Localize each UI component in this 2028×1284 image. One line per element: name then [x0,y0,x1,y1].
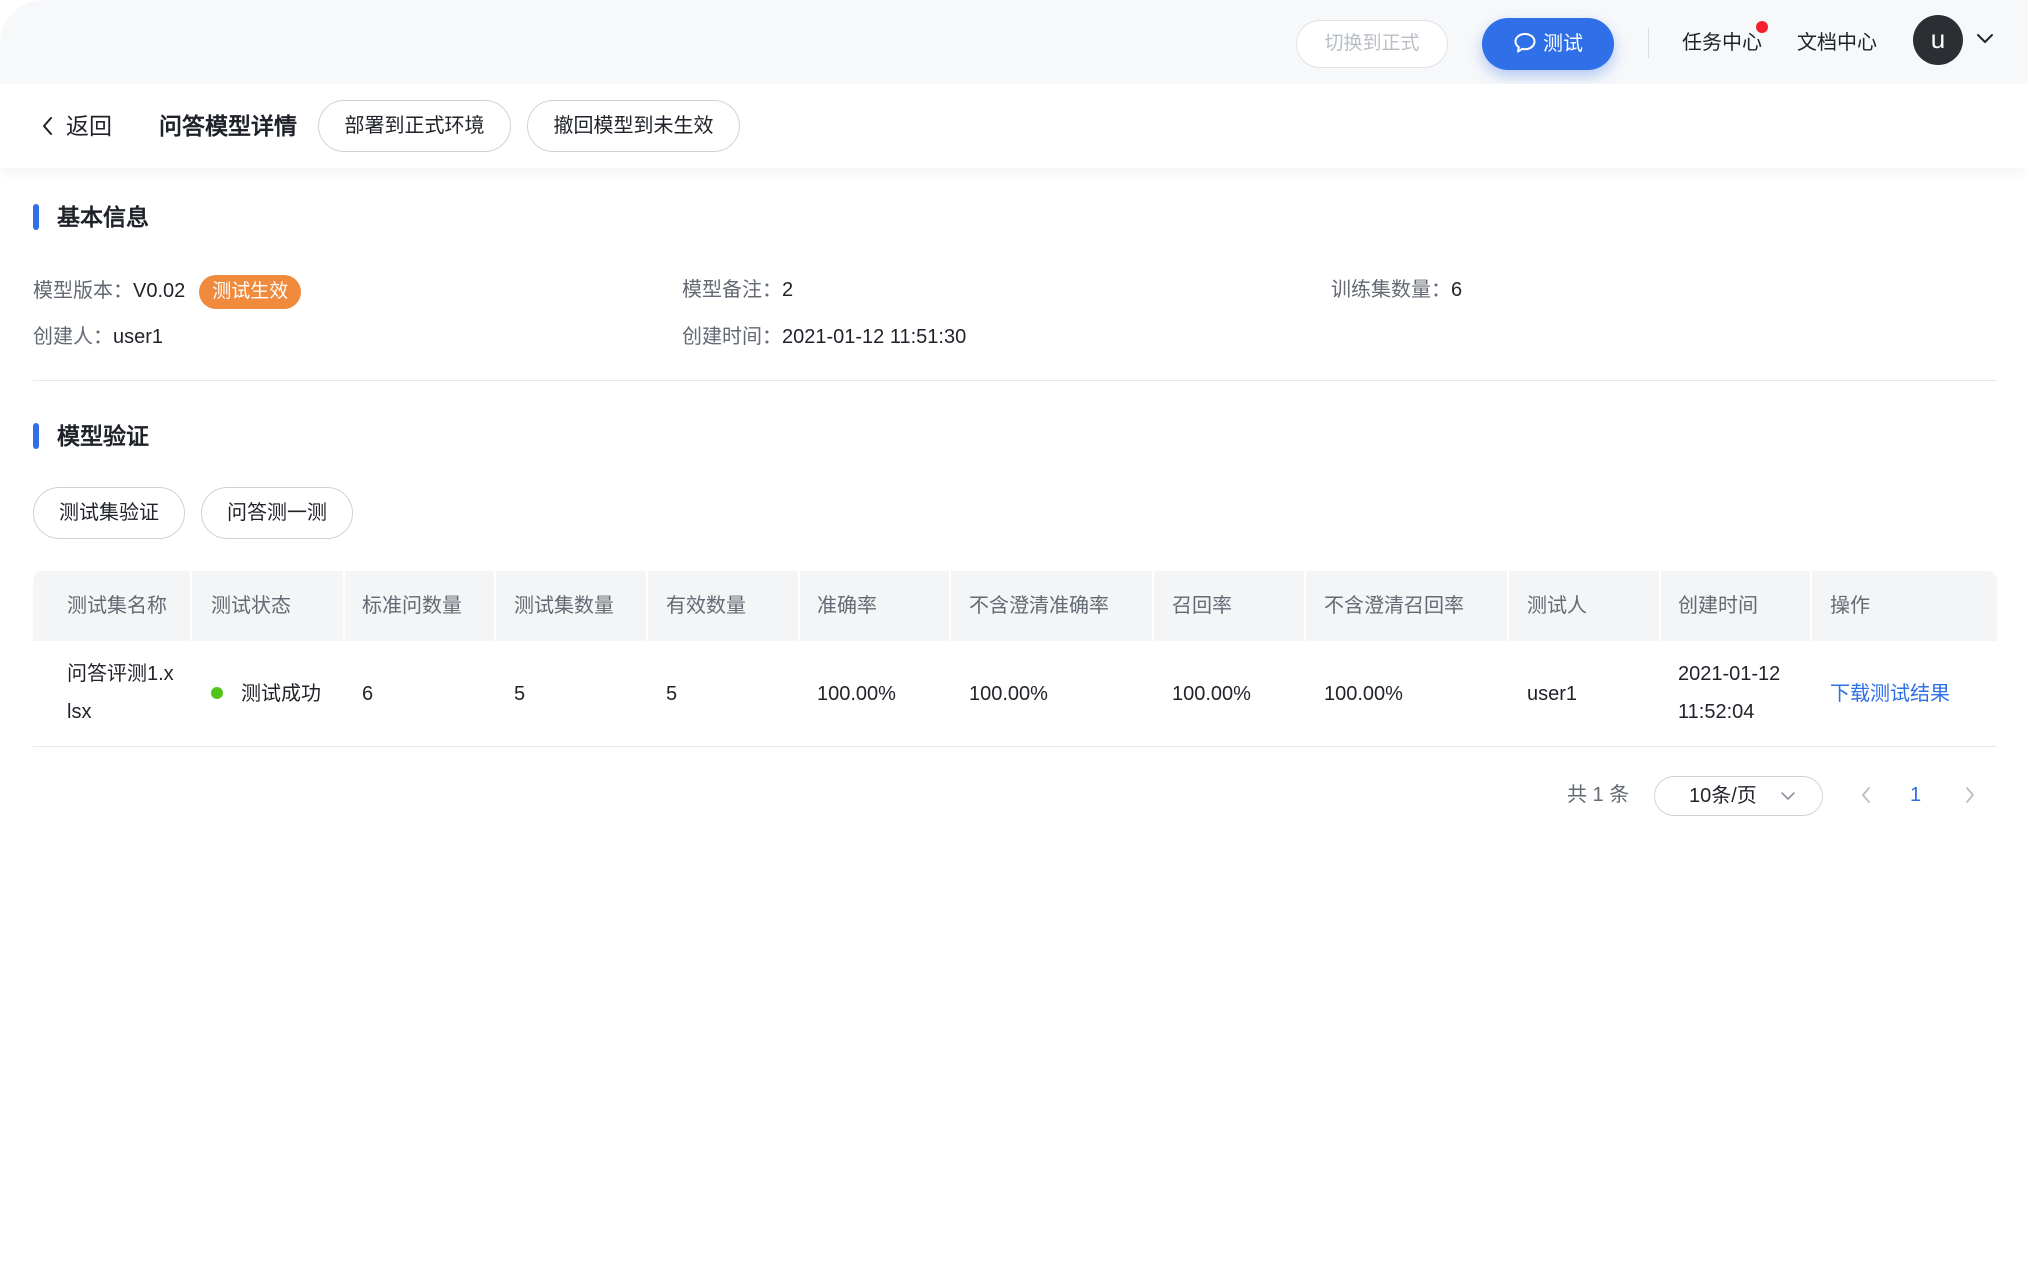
column-separator [1659,571,1661,641]
column-separator [949,571,951,641]
test-count-cell: 5 [514,683,526,705]
column-separator [1152,571,1154,641]
title-bar: 返回 问答模型详情 部署到正式环境 撤回模型到未生效 [0,84,2028,168]
pagination-total: 共 1 条 [1567,784,1630,806]
chevron-down-icon[interactable] [1975,32,1995,46]
back-label: 返回 [66,113,112,139]
column-separator [1810,571,1812,641]
deploy-production-button[interactable]: 部署到正式环境 [318,100,511,152]
qa-test-button[interactable]: 问答测一测 [201,487,353,539]
column-separator [1304,571,1306,641]
table-header: 测试集名称 测试状态 标准问数量 测试集数量 有效数量 准确率 不含澄清准确率 … [33,571,1997,641]
chat-bubble-icon [1514,33,1536,53]
creator-value: user1 [113,326,164,348]
back-button[interactable]: 返回 [40,111,112,141]
divider [33,380,1997,381]
results-table: 测试集名称 测试状态 标准问数量 测试集数量 有效数量 准确率 不含澄清准确率 … [33,571,1997,747]
column-header: 不含澄清准确率 [969,595,1109,617]
next-page-icon[interactable] [1963,786,1977,804]
tester-cell: user1 [1527,683,1578,705]
created-time-value: 2021-01-12 11:51:30 [782,326,967,348]
created-time-field: 创建时间：2021-01-12 11:51:30 [682,322,966,352]
top-divider [1648,28,1649,58]
screen: 切换到正式 测试 任务中心 文档中心 u 返回 问答模型详情 部署到正式环境 撤… [0,0,2028,1284]
column-header: 测试集名称 [67,595,167,617]
chevron-left-icon [43,117,52,135]
top-bar: 切换到正式 测试 任务中心 文档中心 u [0,0,2028,84]
valid-count-cell: 5 [666,683,678,705]
model-note-value: 2 [782,279,794,301]
switch-to-production-button[interactable]: 切换到正式 [1296,20,1448,68]
column-header: 测试集数量 [514,595,614,617]
model-note-field: 模型备注：2 [682,275,793,305]
model-verify-title: 模型验证 [57,423,149,449]
revoke-model-button[interactable]: 撤回模型到未生效 [527,100,740,152]
model-version-label: 模型版本： [33,280,133,302]
train-count-label: 训练集数量： [1331,279,1451,301]
basic-info-title: 基本信息 [57,204,149,230]
creator-field: 创建人：user1 [33,322,163,352]
column-header: 测试人 [1527,595,1587,617]
model-note-label: 模型备注： [682,279,782,301]
column-separator [1507,571,1509,641]
column-header: 标准问数量 [362,595,462,617]
chevron-down-icon [1781,792,1795,800]
testset-verify-button[interactable]: 测试集验证 [33,487,185,539]
avatar[interactable]: u [1913,15,1963,65]
model-version-value: V0.02 [133,280,186,302]
status-text: 测试成功 [241,683,321,705]
column-separator [494,571,496,641]
std-count-cell: 6 [362,683,374,705]
section-marker [33,423,39,449]
column-header: 创建时间 [1678,595,1758,617]
column-header: 测试状态 [211,595,291,617]
page-number-current[interactable]: 1 [1910,780,1921,810]
model-version-field: 模型版本：V0.02 测试生效 [33,275,302,309]
prev-page-icon[interactable] [1859,786,1873,804]
recall-cell: 100.00% [1172,683,1251,705]
notification-dot [1756,21,1768,33]
test-env-label: 测试 [1543,33,1583,55]
train-count-field: 训练集数量：6 [1331,275,1462,305]
column-header: 不含澄清召回率 [1324,595,1464,617]
success-dot [211,687,223,699]
table-row: 问答评测1.xlsx 测试成功 6 5 5 100.00% 100.00% 10… [33,641,1997,747]
accuracy-cell: 100.00% [817,683,896,705]
column-header: 准确率 [817,595,877,617]
accuracy-nc-cell: 100.00% [969,683,1048,705]
column-separator [646,571,648,641]
column-separator [343,571,345,641]
column-header: 召回率 [1172,595,1232,617]
recall-nc-cell: 100.00% [1324,683,1403,705]
created-time-label: 创建时间： [682,326,782,348]
column-header: 有效数量 [666,595,746,617]
status-badge: 测试生效 [199,275,302,309]
section-marker [33,204,39,230]
column-separator [190,571,192,641]
doc-center-link[interactable]: 文档中心 [1797,28,1877,58]
page-size-value: 10条/页 [1689,785,1757,807]
test-env-button[interactable]: 测试 [1482,18,1614,70]
status-cell: 测试成功 [211,675,321,713]
column-separator [798,571,800,641]
train-count-value: 6 [1451,279,1463,301]
created-time-cell: 2021-01-12 11:52:04 [1678,663,1781,723]
page-title: 问答模型详情 [159,113,297,139]
column-header: 操作 [1830,595,1870,617]
download-result-link[interactable]: 下载测试结果 [1830,675,1950,713]
task-center-link[interactable]: 任务中心 [1682,28,1762,58]
page-size-select[interactable]: 10条/页 [1654,776,1823,816]
creator-label: 创建人： [33,326,113,348]
testset-name-cell: 问答评测1.xlsx [67,663,174,723]
